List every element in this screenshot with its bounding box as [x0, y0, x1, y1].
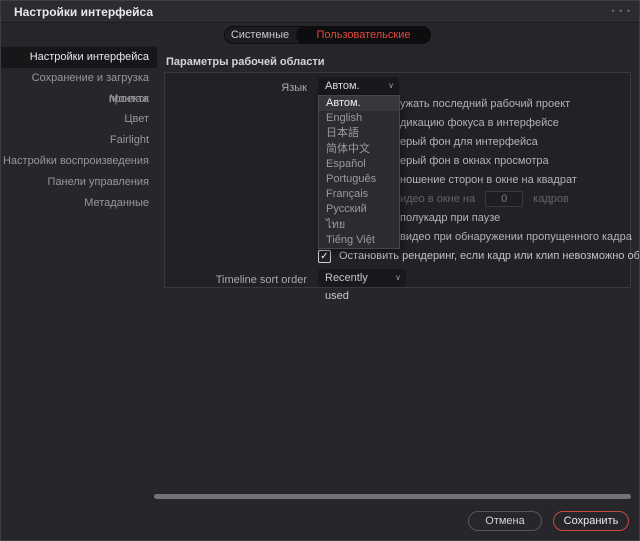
language-option-vietnamese[interactable]: Tiếng Việt	[319, 233, 399, 248]
settings-window: Настройки интерфейса • • • Системные Пол…	[0, 0, 640, 541]
frame-delay-input[interactable]	[485, 191, 523, 207]
stop-render-label: Остановить рендеринг, если кадр или клип…	[339, 250, 640, 263]
tab-group: Системные Пользовательские	[224, 26, 431, 44]
language-option-russian[interactable]: Русский	[319, 202, 399, 217]
tab-user[interactable]: Пользовательские	[296, 26, 431, 44]
window-title: Настройки интерфейса	[14, 1, 153, 23]
save-button[interactable]: Сохранить	[553, 511, 629, 531]
timeline-sort-select[interactable]: Recently used ∨	[318, 269, 406, 287]
language-value: Автом.	[325, 80, 360, 92]
language-option-spanish[interactable]: Español	[319, 157, 399, 172]
language-select[interactable]: Автом. ∨	[318, 77, 399, 95]
option-fragment-gray-viewer-background: ерый фон в окнах просмотра	[400, 155, 549, 168]
section-title: Параметры рабочей области	[166, 56, 325, 68]
option-fragment-reload-project: ужать последний рабочий проект	[400, 98, 570, 111]
timeline-sort-label: Timeline sort order	[216, 274, 307, 286]
tab-strip: Системные Пользовательские	[1, 23, 639, 47]
stop-render-checkbox[interactable]: ✓	[318, 250, 331, 263]
stop-render-row: ✓ Остановить рендеринг, если кадр или кл…	[318, 250, 640, 263]
window-menu-icon[interactable]: • • •	[612, 1, 631, 21]
option-fragment-aspect-ratio-square: ношение сторон в окне на квадрат	[400, 174, 577, 187]
sidebar-item-interface-settings[interactable]: Настройки интерфейса	[1, 47, 157, 68]
option-fragment-dropped-frame-stop: видео при обнаружении пропущенного кадра	[400, 231, 632, 244]
language-option-thai[interactable]: ไทย	[319, 218, 399, 233]
option-fragment-gray-ui-background: ерый фон для интерфейса	[400, 136, 538, 149]
sidebar-item-color[interactable]: Цвет	[1, 109, 157, 130]
language-option-portuguese[interactable]: Português	[319, 172, 399, 187]
sidebar-item-metadata[interactable]: Метаданные	[1, 193, 157, 214]
language-option-chinese[interactable]: 简体中文	[319, 142, 399, 157]
chevron-down-icon: ∨	[395, 269, 401, 287]
frame-delay-row: идео в окне на кадров	[400, 191, 569, 207]
sidebar-item-playback-settings[interactable]: Настройки воспроизведения	[1, 151, 157, 172]
settings-sidebar: Настройки интерфейса Сохранение и загруз…	[1, 47, 157, 497]
language-option-french[interactable]: Français	[319, 187, 399, 202]
language-option-japanese[interactable]: 日本語	[319, 126, 399, 141]
language-option-auto[interactable]: Автом.	[319, 96, 399, 111]
sidebar-item-fairlight[interactable]: Fairlight	[1, 130, 157, 151]
frame-delay-prefix: идео в окне на	[400, 193, 475, 205]
language-dropdown-list: Автом. English 日本語 简体中文 Español Portuguê…	[318, 95, 400, 249]
title-bar: Настройки интерфейса • • •	[1, 1, 639, 23]
sidebar-item-project-save-load[interactable]: Сохранение и загрузка проекта	[1, 68, 157, 89]
option-fragment-focus-indicator: дикацию фокуса в интерфейсе	[400, 117, 559, 130]
frame-delay-suffix: кадров	[533, 193, 569, 205]
language-option-english[interactable]: English	[319, 111, 399, 126]
tab-system[interactable]: Системные	[224, 26, 296, 44]
language-label: Язык	[281, 82, 307, 94]
option-fragment-half-frame-pause: полукадр при паузе	[400, 212, 500, 225]
sidebar-item-control-panels[interactable]: Панели управления	[1, 172, 157, 193]
sidebar-item-editing[interactable]: Монтаж	[1, 89, 157, 110]
chevron-down-icon: ∨	[388, 77, 394, 95]
horizontal-scrollbar[interactable]	[154, 494, 631, 499]
cancel-button[interactable]: Отмена	[468, 511, 542, 531]
